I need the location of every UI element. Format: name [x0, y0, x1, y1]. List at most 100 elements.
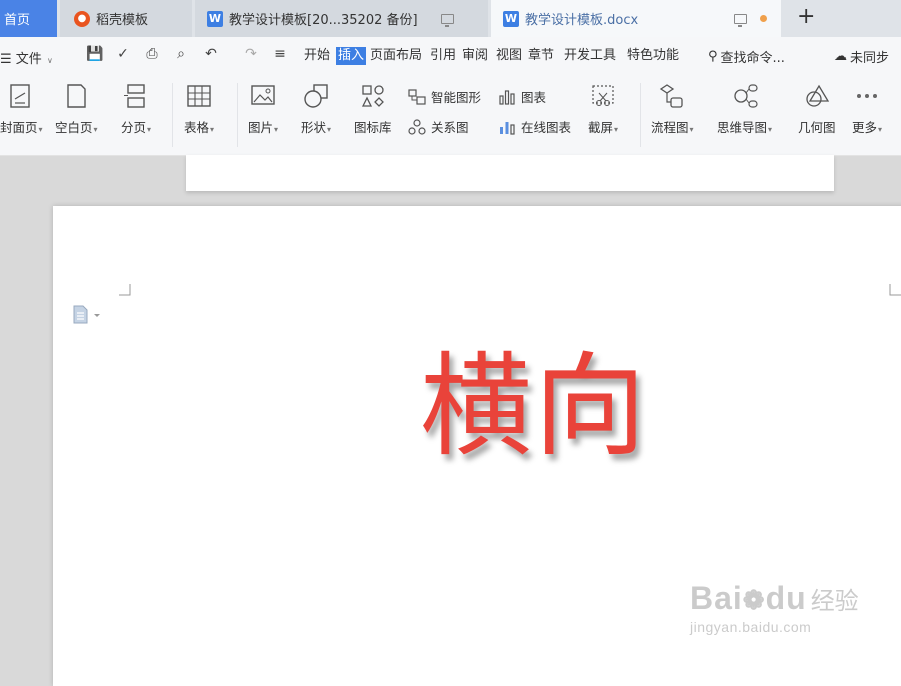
- page-break-label: 分页: [121, 120, 147, 135]
- search-icon: ⚲: [708, 49, 718, 64]
- mind-map-icon: [733, 84, 758, 108]
- flowchart-icon: [660, 84, 683, 108]
- page-break-button[interactable]: 分页▾: [121, 83, 151, 136]
- icon-library-button[interactable]: 图标库: [354, 83, 392, 136]
- monitor-icon[interactable]: [441, 14, 454, 27]
- smart-graphic-button[interactable]: 智能图形: [408, 87, 481, 106]
- icon-library-label: 图标库: [354, 120, 392, 135]
- chart-button[interactable]: 图表: [498, 87, 546, 106]
- mind-map-button[interactable]: 思维导图▾: [717, 83, 772, 136]
- shape-button[interactable]: 形状▾: [301, 83, 331, 136]
- cover-page-button[interactable]: 封面页▾: [0, 83, 43, 136]
- previous-page: [186, 155, 834, 191]
- online-chart-button[interactable]: 在线图表: [498, 117, 571, 136]
- menu-tab-insert[interactable]: 插入: [336, 47, 367, 65]
- margin-corner-mark: [889, 284, 901, 296]
- monitor-icon[interactable]: [734, 14, 747, 27]
- chevron-down-icon: ▾: [878, 125, 883, 134]
- geometry-label: 几何图: [798, 120, 836, 135]
- smart-graphic-label: 智能图形: [431, 90, 482, 105]
- tab-doc-backup-label: 教学设计模板[20...35202 备份]: [229, 13, 418, 28]
- shape-icon: [304, 84, 328, 108]
- menu-tab-page-layout[interactable]: 页面布局: [370, 47, 422, 65]
- tab-daoke-label: 稻壳模板: [96, 13, 149, 28]
- more-button[interactable]: 更多▾: [852, 83, 882, 136]
- format-painter-icon[interactable]: ✓: [115, 46, 131, 62]
- menu-tab-chapter[interactable]: 章节: [528, 47, 554, 65]
- shape-label: 形状: [301, 120, 327, 135]
- chevron-down-icon: ▾: [274, 125, 279, 134]
- insert-ribbon: 封面页▾ 空白页▾ 分页▾ 表格▾ 图片▾ 形状▾ 图标库 智能图形 关系图 图…: [0, 75, 901, 156]
- watermark-jingyan: 经验: [810, 587, 859, 615]
- online-chart-icon: [500, 121, 515, 135]
- writer-doc-icon: W: [207, 10, 223, 27]
- online-chart-label: 在线图表: [521, 120, 572, 135]
- picture-icon: [251, 85, 275, 105]
- tab-home-label: 首页: [4, 13, 31, 28]
- menu-bar: ☰ 文件 ∨ 💾 ✓ ⎙ ⌕ ↶ ↷ ≡ 开始 插入 页面布局 引用 审阅 视图…: [0, 37, 901, 75]
- tab-doc-backup[interactable]: W 教学设计模板[20...35202 备份]: [195, 0, 488, 37]
- margin-corner-mark: [119, 284, 131, 296]
- more-label: 更多: [852, 120, 878, 135]
- relationship-button[interactable]: 关系图: [408, 117, 469, 136]
- picture-button[interactable]: 图片▾: [248, 83, 278, 136]
- print-icon[interactable]: ⎙: [144, 46, 160, 62]
- chevron-down-icon: ▾: [147, 125, 152, 134]
- chevron-down-icon: ∨: [46, 56, 53, 65]
- relationship-icon: [408, 118, 426, 135]
- screenshot-label: 截屏: [588, 120, 614, 135]
- table-icon: [187, 85, 211, 107]
- redo-icon[interactable]: ↷: [243, 46, 259, 62]
- chevron-down-icon: ▾: [93, 125, 98, 134]
- menu-tab-references[interactable]: 引用: [430, 47, 456, 65]
- menu-tab-developer[interactable]: 开发工具: [564, 47, 616, 65]
- document-icon: [73, 305, 100, 324]
- menu-tab-review[interactable]: 审阅: [462, 47, 488, 65]
- ribbon-divider: [640, 83, 641, 147]
- menu-tab-start[interactable]: 开始: [304, 47, 330, 65]
- chevron-down-icon: ▾: [327, 125, 332, 134]
- screenshot-button[interactable]: 截屏▾: [588, 83, 618, 136]
- customize-toolbar-icon[interactable]: ≡: [272, 46, 288, 62]
- command-search[interactable]: ⚲ 查找命令...: [708, 47, 785, 66]
- daoke-logo-icon: ●: [74, 10, 90, 27]
- print-preview-icon[interactable]: ⌕: [173, 46, 189, 62]
- more-dots-icon: [857, 94, 878, 98]
- tab-doc-active-label: 教学设计模板.docx: [525, 13, 639, 28]
- mind-map-label: 思维导图: [717, 120, 768, 135]
- tab-bar: 首页 ● 稻壳模板 W 教学设计模板[20...35202 备份] W 教学设计…: [0, 0, 901, 37]
- menu-tab-features[interactable]: 特色功能: [627, 47, 679, 65]
- table-label: 表格: [184, 120, 210, 135]
- chevron-down-icon: ▾: [689, 125, 694, 134]
- undo-icon[interactable]: ↶: [203, 46, 219, 62]
- save-icon[interactable]: 💾: [86, 46, 103, 62]
- paragraph-layout-icon[interactable]: [72, 305, 102, 329]
- tab-home[interactable]: 首页: [0, 0, 57, 37]
- ribbon-divider: [237, 83, 238, 147]
- picture-label: 图片: [248, 120, 274, 135]
- chevron-down-icon: ▾: [38, 125, 43, 134]
- cover-page-label: 封面页: [0, 120, 38, 135]
- flowchart-button[interactable]: 流程图▾: [651, 83, 694, 136]
- menu-tab-view[interactable]: 视图: [496, 47, 522, 65]
- file-menu[interactable]: ☰ 文件 ∨: [0, 48, 53, 67]
- bar-chart-icon: [499, 89, 515, 105]
- tab-daoke-templates[interactable]: ● 稻壳模板: [60, 0, 192, 37]
- blank-page-icon: [67, 84, 86, 108]
- geometry-button[interactable]: 几何图: [798, 83, 836, 136]
- baidu-jingyan-watermark: Bai❁du 经验 jingyan.baidu.com: [690, 580, 859, 635]
- command-search-label: 查找命令...: [720, 51, 785, 66]
- writer-doc-icon: W: [503, 10, 519, 27]
- paw-logo-icon: ❁: [742, 585, 766, 615]
- hamburger-icon: ☰: [0, 52, 12, 67]
- blank-page-button[interactable]: 空白页▾: [55, 83, 98, 136]
- smart-graphic-icon: [408, 88, 426, 105]
- chevron-down-icon: ▾: [210, 125, 215, 134]
- sync-status[interactable]: ☁ 未同步: [834, 47, 889, 66]
- icon-library-icon: [361, 85, 384, 107]
- table-button[interactable]: 表格▾: [184, 83, 214, 136]
- tab-doc-active[interactable]: W 教学设计模板.docx: [491, 0, 781, 37]
- new-tab-plus-icon[interactable]: +: [797, 4, 815, 29]
- page-break-icon: [124, 84, 145, 108]
- document-text[interactable]: 横向: [420, 351, 648, 463]
